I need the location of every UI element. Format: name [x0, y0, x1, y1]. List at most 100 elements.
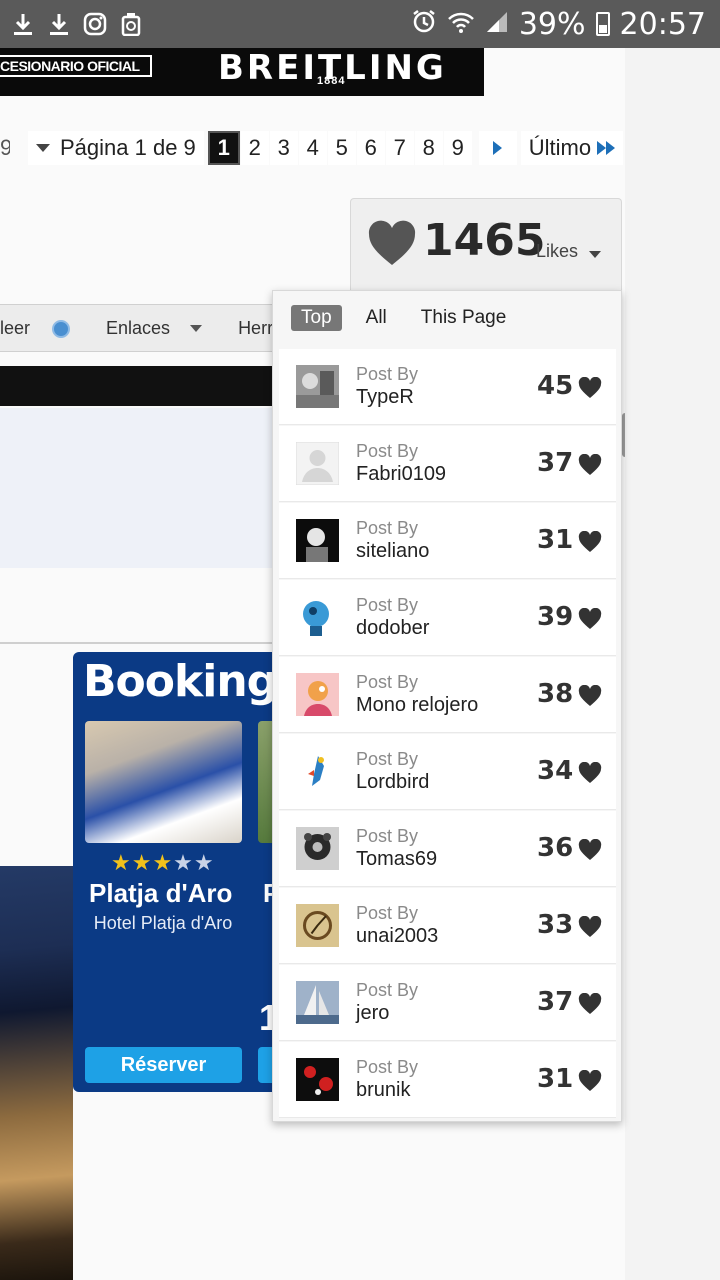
post-by-label: Post By [356, 672, 419, 692]
avatar[interactable] [296, 1058, 339, 1101]
heart-icon [578, 993, 602, 1014]
post-by-label: Post By [356, 441, 419, 461]
alarm-icon [411, 7, 437, 42]
avatar[interactable] [296, 442, 339, 485]
chevron-down-icon [589, 251, 601, 258]
next-arrow-icon [493, 141, 503, 155]
heart-icon [368, 220, 416, 265]
username[interactable]: Tomas69 [356, 848, 437, 871]
hotel-photo[interactable] [85, 721, 242, 843]
dropdown-arrow-icon [36, 144, 50, 152]
wifi-icon [447, 7, 475, 42]
username[interactable]: unai2003 [356, 925, 438, 948]
divider [0, 642, 272, 644]
avatar[interactable] [296, 365, 339, 408]
tab-top[interactable]: Top [291, 305, 342, 331]
avatar[interactable] [296, 596, 339, 639]
forum-navbar: leer Enlaces Herramie [0, 304, 272, 352]
like-count: 31 [537, 525, 574, 555]
nav-item-enlaces[interactable]: Enlaces [106, 318, 220, 339]
hotel-name: Hotel Platja d'Aro [93, 913, 233, 933]
status-bar: 39% 20:57 [0, 0, 720, 48]
username[interactable]: jero [356, 1002, 389, 1025]
list-item[interactable]: Post By dodober 39 [279, 580, 616, 656]
likes-button[interactable]: 1465 Likes [350, 198, 622, 298]
list-item[interactable]: Post By Mono relojero 38 [279, 657, 616, 733]
list-item[interactable]: Post By TypeR 45 [279, 349, 616, 425]
heart-icon [578, 454, 602, 475]
avatar[interactable] [296, 827, 339, 870]
next-page-button[interactable] [478, 131, 517, 165]
post-by-label: Post By [356, 903, 419, 923]
nav-item-herramientas[interactable]: Herramie [238, 318, 272, 339]
list-item[interactable]: Post By Fabri0109 37 [279, 426, 616, 502]
nav-item-leer[interactable]: leer [0, 318, 88, 339]
post-by-label: Post By [356, 364, 419, 384]
page-9[interactable]: 9 [443, 131, 472, 165]
avatar[interactable] [296, 519, 339, 562]
like-count: 37 [537, 448, 574, 478]
banner-tag: CESIONARIO OFICIAL [0, 55, 152, 77]
heart-icon [578, 762, 602, 783]
page-2[interactable]: 2 [240, 131, 269, 165]
page-selector[interactable]: Página 1 de 9 [28, 131, 204, 165]
page-margin [625, 48, 720, 1280]
avatar[interactable] [296, 750, 339, 793]
booking-ad[interactable]: Booking.c ★★★★★ Platja d'Aro P Hotel Pla… [73, 652, 272, 1092]
hotel-price-2: 1 [259, 997, 272, 1038]
avatar[interactable] [296, 981, 339, 1024]
download-icon [10, 11, 36, 37]
username[interactable]: TypeR [356, 386, 414, 409]
page-3[interactable]: 3 [269, 131, 298, 165]
dropdown-arrow-icon [190, 325, 203, 333]
tab-all[interactable]: All [356, 305, 397, 331]
last-page-button[interactable]: Último [520, 131, 624, 165]
username[interactable]: brunik [356, 1079, 410, 1102]
username[interactable]: Fabri0109 [356, 463, 446, 486]
list-item[interactable]: Post By brunik 31 [279, 1042, 616, 1118]
hotel-rating: ★★★★★ [111, 850, 215, 875]
page-8[interactable]: 8 [414, 131, 443, 165]
page-7[interactable]: 7 [385, 131, 414, 165]
breitling-banner[interactable]: CESIONARIO OFICIAL BREITLING 1884 [0, 48, 484, 96]
reserve-button-2[interactable] [258, 1047, 272, 1083]
likes-popup: Top All This Page Post By TypeR 45 Post … [272, 290, 622, 1122]
like-count: 38 [537, 679, 574, 709]
avatar[interactable] [296, 673, 339, 716]
heart-icon [578, 685, 602, 706]
post-by-label: Post By [356, 1057, 419, 1077]
page-1[interactable]: 1 [207, 131, 240, 165]
like-count: 37 [537, 987, 574, 1017]
instagram-icon [82, 11, 108, 37]
username[interactable]: siteliano [356, 540, 429, 563]
recycle-icon [118, 11, 144, 37]
avatar[interactable] [296, 904, 339, 947]
tab-this-page[interactable]: This Page [411, 305, 517, 331]
page-4[interactable]: 4 [298, 131, 327, 165]
page-6[interactable]: 6 [356, 131, 385, 165]
signal-icon [485, 7, 509, 42]
pagination-cut: 9 [0, 135, 10, 160]
reserve-button[interactable]: Réserver [85, 1047, 242, 1083]
page-5[interactable]: 5 [327, 131, 356, 165]
hotel-location: Platja d'Aro [89, 878, 233, 908]
hotel-photo-2[interactable] [258, 721, 272, 843]
like-count: 33 [537, 910, 574, 940]
username[interactable]: Lordbird [356, 771, 429, 794]
list-item[interactable]: Post By Tomas69 36 [279, 811, 616, 887]
likes-count: 1465 [423, 215, 546, 266]
list-item[interactable]: Post By siteliano 31 [279, 503, 616, 579]
list-item[interactable]: Post By Lordbird 34 [279, 734, 616, 810]
list-item[interactable]: Post By jero 37 [279, 965, 616, 1041]
double-arrow-icon [597, 141, 616, 155]
black-bar [0, 366, 272, 406]
list-item[interactable]: Post By unai2003 33 [279, 888, 616, 964]
battery-percent: 39% [518, 6, 586, 42]
banner-year: 1884 [317, 75, 346, 87]
like-count: 39 [537, 602, 574, 632]
pagination: 9 Página 1 de 9 1 2 3 4 5 6 7 8 9 Último [0, 130, 624, 166]
username[interactable]: Mono relojero [356, 694, 478, 717]
popup-tabs: Top All This Page [291, 305, 516, 331]
username[interactable]: dodober [356, 617, 429, 640]
clock: 20:57 [619, 6, 706, 42]
